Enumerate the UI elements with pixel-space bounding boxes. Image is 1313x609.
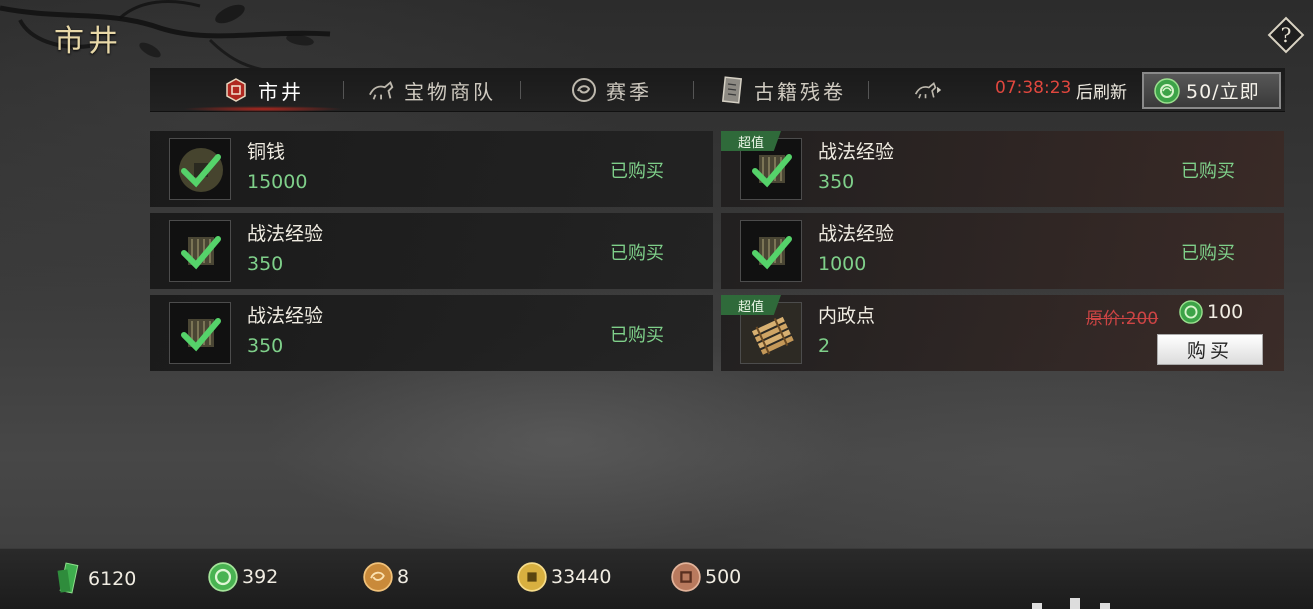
scroll-book-icon [718,76,746,104]
item-quantity: 350 [247,253,284,275]
jade-coin-icon [1179,300,1203,324]
price-value: 100 [1207,301,1244,323]
currency-value: 8 [397,566,410,588]
item-quantity: 350 [818,171,855,193]
tab-season[interactable]: 赛季 [570,68,652,112]
market-seal-icon [222,77,250,103]
tab-label: 市井 [258,79,304,104]
page-title: 市井 [54,24,122,59]
currency-bronze-medal: 8 [363,562,409,592]
tab-divider [343,81,344,99]
item-name: 战法经验 [818,223,895,245]
currency-value: 33440 [551,566,612,588]
item-quantity: 15000 [247,171,308,193]
help-button[interactable]: ? [1267,16,1305,54]
tactic-exp-icon [740,220,802,282]
original-price: 原价:200 [1086,309,1159,329]
currency-value: 392 [242,566,279,588]
bronze-medal-icon [363,562,393,592]
shop-item-card[interactable]: 战法经验 350 已购买 [150,295,713,371]
item-name: 战法经验 [818,141,895,163]
item-quantity: 350 [247,335,284,357]
shop-item-card[interactable]: 战法经验 1000 已购买 [721,213,1284,289]
caravan-horse-icon [368,77,396,103]
buy-button[interactable]: 购买 [1157,334,1263,365]
item-name: 战法经验 [247,305,324,327]
tab-divider [868,81,869,99]
shop-item-card[interactable]: 超值 战法经验 350 已购买 [721,131,1284,207]
refresh-label: 后刷新 [1076,83,1127,103]
item-name: 铜钱 [247,141,286,163]
purchased-status: 已购买 [1181,161,1235,182]
currency-jade-tablet: 6120 [56,562,136,596]
currency-jade-coin: 392 [208,562,278,592]
tab-label: 赛季 [606,79,652,104]
value-badge: 超值 [721,295,781,315]
jade-tablet-icon [57,562,79,594]
refresh-cost-label: 50/立即 [1186,81,1260,103]
jade-coin-icon [208,562,238,592]
tab-divider [693,81,694,99]
item-name: 内政点 [818,305,876,327]
shop-item-card[interactable]: 战法经验 350 已购买 [150,213,713,289]
shop-item-card[interactable]: 铜钱 15000 已购买 [150,131,713,207]
purchased-status: 已购买 [1181,243,1235,264]
purchased-status: 已购买 [610,161,664,182]
currency-value: 500 [705,566,742,588]
sale-price: 100 [1179,300,1243,324]
currency-gold-coin: 33440 [517,562,611,592]
item-quantity: 1000 [818,253,867,275]
instant-refresh-button[interactable]: 50/立即 [1142,72,1281,109]
purchased-status: 已购买 [610,243,664,264]
gold-coin-icon [517,562,547,592]
item-quantity: 2 [818,335,831,357]
tab-more[interactable] [914,68,942,112]
tactic-exp-icon [169,302,231,364]
help-icon: ? [1280,23,1292,47]
value-badge: 超值 [721,131,781,151]
purchased-status: 已购买 [610,325,664,346]
tab-label: 古籍残卷 [754,79,846,104]
tab-market[interactable]: 市井 [182,68,344,112]
item-name: 战法经验 [247,223,324,245]
shop-item-card[interactable]: 超值 内政点 2 原价:200 100 购买 [721,295,1284,371]
currency-copper-coin: 500 [671,562,741,592]
jade-coin-icon [1154,77,1180,104]
horse-more-icon [914,77,942,103]
copper-coin-icon [671,562,701,592]
tab-divider [520,81,521,99]
tactic-exp-icon [169,220,231,282]
tab-label: 宝物商队 [404,79,496,104]
bottom-edge-decoration [1032,598,1110,609]
tab-ancient-scrolls[interactable]: 古籍残卷 [718,68,846,112]
copper-coin-icon [169,138,231,200]
season-emblem-icon [570,77,598,103]
currency-value: 6120 [88,568,137,590]
tab-treasure-caravan[interactable]: 宝物商队 [368,68,496,112]
refresh-countdown: 07:38:23 [995,78,1072,98]
